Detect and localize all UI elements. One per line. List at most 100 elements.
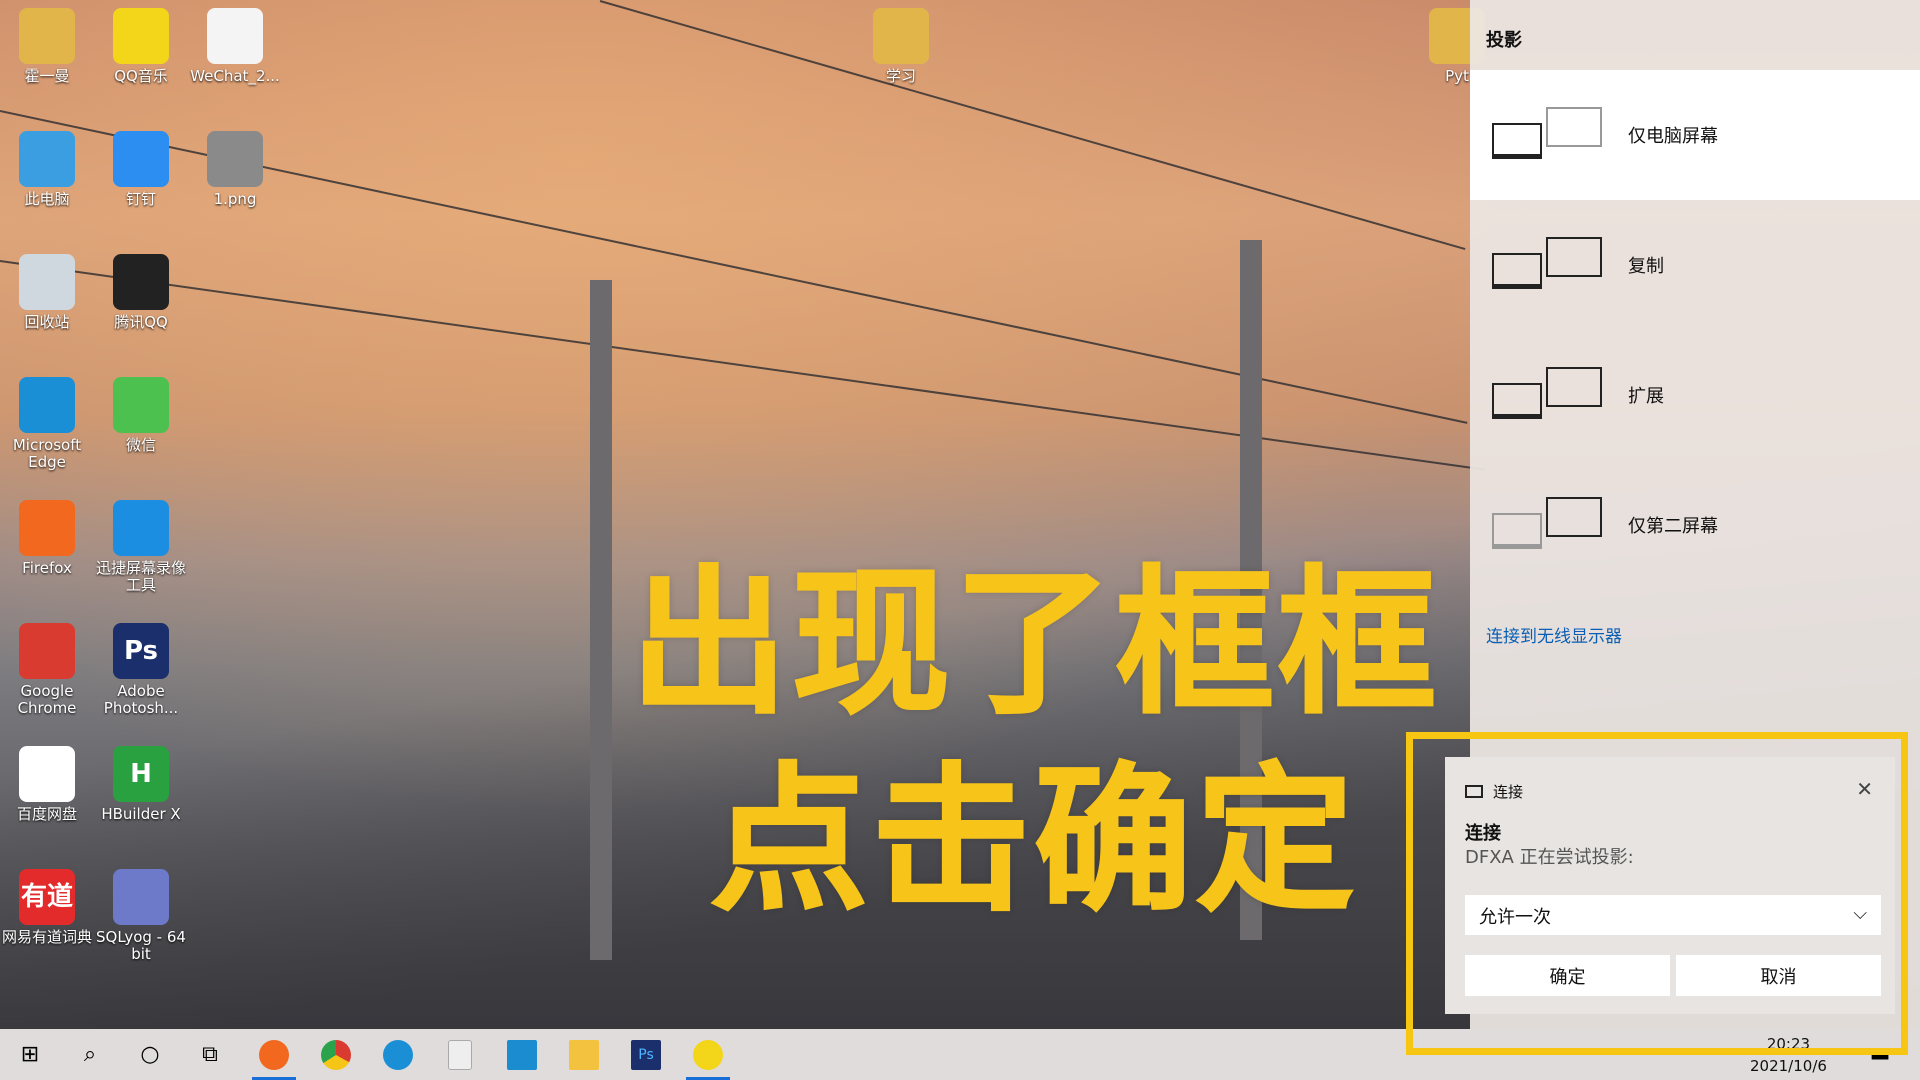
app-icon: [113, 8, 169, 64]
projection-mode-icon: [1488, 105, 1618, 165]
desktop-icon[interactable]: 学习: [854, 4, 948, 85]
desktop-icon[interactable]: 微信: [94, 373, 188, 454]
desktop-icon[interactable]: WeChat_2...: [188, 4, 282, 85]
app-icon: Ps: [113, 623, 169, 679]
app-icon: [19, 131, 75, 187]
desktop-icon[interactable]: 百度网盘: [0, 742, 94, 823]
desktop-icon[interactable]: Google Chrome: [0, 619, 94, 717]
projection-mode-icon: [1488, 235, 1618, 295]
projection-option[interactable]: 扩展: [1470, 330, 1920, 460]
app-icon: [207, 131, 263, 187]
overlay-text-line1: 出现了框框: [629, 551, 1440, 737]
icon-label: 钉钉: [125, 190, 156, 208]
photoshop-icon: Ps: [631, 1039, 661, 1070]
search-icon: ⌕: [83, 1042, 97, 1067]
search-button[interactable]: ⌕: [64, 1029, 116, 1080]
firefox-icon: [259, 1039, 289, 1070]
app-icon: [113, 500, 169, 556]
desktop-icon[interactable]: Microsoft Edge: [0, 373, 94, 471]
panel-title: 投影: [1486, 30, 1522, 51]
windows-icon: ⊞: [20, 1042, 40, 1067]
icon-label: 迅捷屏幕录像工具: [95, 559, 186, 594]
icon-label: 1.png: [213, 190, 257, 208]
app-icon: [19, 377, 75, 433]
desktop-icon[interactable]: 腾讯QQ: [94, 250, 188, 331]
taskbar-dell[interactable]: [496, 1029, 548, 1080]
icon-label: 学习: [885, 67, 916, 85]
desktop-icon[interactable]: 1.png: [188, 127, 282, 208]
taskbar-chrome[interactable]: [310, 1029, 362, 1080]
start-button[interactable]: ⊞: [4, 1029, 56, 1080]
icon-label: Adobe Photosh...: [103, 682, 179, 717]
app-icon: 有道: [19, 869, 75, 925]
desktop-icon[interactable]: SQLyog - 64 bit: [94, 865, 188, 963]
icon-label: Firefox: [22, 559, 72, 577]
taskbar-explorer[interactable]: [558, 1029, 610, 1080]
wallpaper-pole: [590, 280, 612, 960]
cortana-button[interactable]: ○: [124, 1029, 176, 1080]
overlay-text-line2: 点击确定: [709, 748, 1358, 934]
app-icon: [113, 254, 169, 310]
option-label: 仅电脑屏幕: [1628, 126, 1718, 147]
python-file-icon: [448, 1039, 472, 1070]
icon-label: WeChat_2...: [190, 67, 280, 85]
app-icon: [873, 8, 929, 64]
chrome-icon: [321, 1039, 351, 1070]
taskbar-photoshop[interactable]: Ps: [620, 1029, 672, 1080]
desktop-icon[interactable]: 霍一曼: [0, 4, 94, 85]
projection-mode-icon: [1488, 365, 1618, 425]
task-view-button[interactable]: ⧉: [184, 1029, 236, 1080]
taskbar-python-file[interactable]: [434, 1029, 486, 1080]
app-icon: [19, 254, 75, 310]
option-label: 仅第二屏幕: [1628, 516, 1718, 537]
projection-option[interactable]: 仅第二屏幕: [1470, 460, 1920, 590]
projection-mode-icon: [1488, 495, 1618, 555]
option-label: 扩展: [1628, 386, 1664, 407]
icon-label: HBuilder X: [101, 805, 181, 823]
icon-label: SQLyog - 64 bit: [96, 928, 186, 963]
option-label: 复制: [1628, 256, 1664, 277]
icon-label: Google Chrome: [17, 682, 77, 717]
icon-label: 微信: [125, 436, 156, 454]
desktop-icon[interactable]: H HBuilder X: [94, 742, 188, 823]
icon-label: 百度网盘: [16, 805, 77, 823]
desktop-icon[interactable]: 迅捷屏幕录像工具: [94, 496, 188, 594]
app-icon: [207, 8, 263, 64]
task-view-icon: ⧉: [202, 1042, 218, 1067]
folder-icon: [569, 1039, 599, 1070]
taskbar-qqmusic[interactable]: [682, 1029, 734, 1080]
desktop-icon[interactable]: Firefox: [0, 496, 94, 577]
icon-label: 回收站: [24, 313, 70, 331]
icon-label: 网易有道词典: [1, 928, 92, 946]
icon-label: 霍一曼: [24, 67, 70, 85]
circle-icon: ○: [140, 1042, 160, 1067]
app-icon: H: [113, 746, 169, 802]
app-icon: [113, 131, 169, 187]
icon-label: 此电脑: [24, 190, 70, 208]
desktop-icon[interactable]: 有道 网易有道词典: [0, 865, 94, 946]
desktop-icon[interactable]: 此电脑: [0, 127, 94, 208]
edge-icon: [383, 1039, 413, 1070]
app-icon: [113, 377, 169, 433]
taskbar-edge[interactable]: [372, 1029, 424, 1080]
app-icon: [19, 746, 75, 802]
desktop-icon[interactable]: 回收站: [0, 250, 94, 331]
desktop-icon[interactable]: Ps Adobe Photosh...: [94, 619, 188, 717]
icon-label: 腾讯QQ: [114, 313, 168, 331]
app-icon: [19, 8, 75, 64]
qqmusic-icon: [693, 1039, 723, 1070]
app-icon: [19, 623, 75, 679]
desktop-icon[interactable]: QQ音乐: [94, 4, 188, 85]
date: 2021/10/6: [1750, 1057, 1827, 1075]
highlight-frame: [1406, 732, 1908, 1055]
connect-wireless-display-link[interactable]: 连接到无线显示器: [1486, 622, 1622, 647]
dell-icon: [507, 1039, 537, 1070]
taskbar-firefox[interactable]: [248, 1029, 300, 1080]
app-icon: [19, 500, 75, 556]
desktop-icon[interactable]: 钉钉: [94, 127, 188, 208]
app-icon: [113, 869, 169, 925]
icon-label: Microsoft Edge: [12, 436, 82, 471]
projection-option[interactable]: 仅电脑屏幕: [1470, 70, 1920, 200]
icon-label: QQ音乐: [114, 67, 168, 85]
projection-option[interactable]: 复制: [1470, 200, 1920, 330]
